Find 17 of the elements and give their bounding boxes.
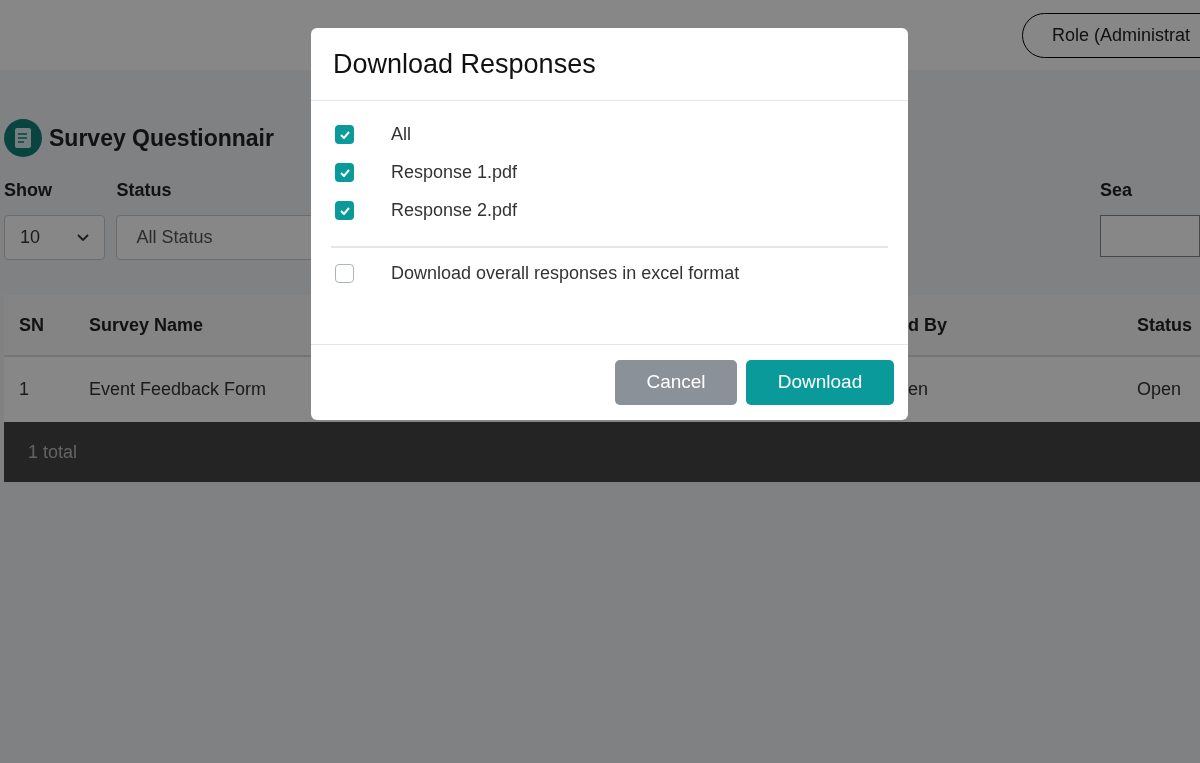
option-label: All [391,123,411,146]
table-cell: 1 [19,379,29,399]
dialog-title: Download Responses [333,47,596,81]
search-label: Sea [1100,179,1134,201]
table-cell: en [908,379,929,399]
table-cell: Open [1137,379,1182,399]
column-header: SN [19,314,44,335]
column-header: d By [908,314,947,335]
filter-label: Show [4,179,53,201]
column-header: Status [1137,314,1192,335]
table-cell: Event Feedback Form [89,379,267,399]
column-header: Survey Name [89,314,204,335]
filter-label: Status [116,179,173,201]
option-label: Download overall responses in excel format [391,262,740,285]
page-title: Survey Questionnair [49,123,274,153]
total-count: 1 total [28,440,78,464]
option-label: Response 1.pdf [391,161,518,184]
